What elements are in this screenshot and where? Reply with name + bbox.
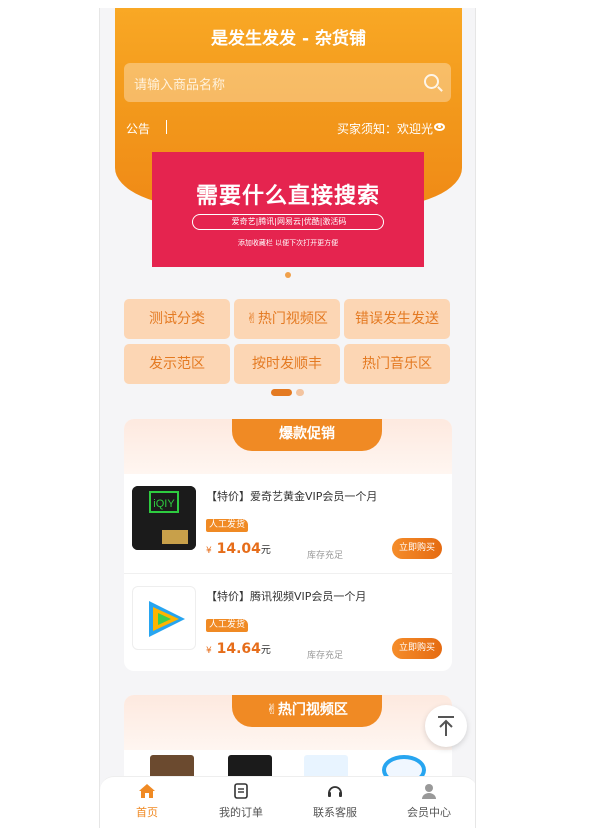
buyer-notice[interactable]: 买家须知：欢迎光 — [337, 120, 433, 137]
tencent-video-logo-icon — [149, 601, 185, 637]
svg-text:iQIY: iQIY — [153, 498, 175, 510]
arrow-up-icon — [438, 716, 454, 736]
notice-label[interactable]: 公告 — [126, 120, 150, 137]
stock-status: 库存充足 — [307, 651, 344, 661]
search-input[interactable]: 请输入商品名称 — [124, 63, 451, 102]
headset-icon — [328, 786, 342, 797]
tab-label: 会员中心 — [407, 806, 451, 819]
tab-home[interactable]: 首页 — [100, 777, 194, 828]
category-item[interactable]: 测试分类 — [124, 299, 230, 339]
tab-label: 我的订单 — [219, 806, 263, 819]
video-section-title: ✌热门视频区 — [232, 695, 382, 727]
category-item[interactable]: 发示范区 — [124, 344, 230, 384]
category-item[interactable]: 错误发生发送 — [344, 299, 450, 339]
search-placeholder: 请输入商品名称 — [134, 78, 226, 93]
promo-banner[interactable]: 需要什么直接搜索 爱奇艺|腾讯|网易云|优酷|激活码 添加收藏栏 以便下次打开更… — [152, 152, 424, 267]
buy-now-button[interactable]: 立即购买 — [392, 538, 442, 559]
product-thumbnail-tencent — [132, 586, 196, 650]
banner-note: 添加收藏栏 以便下次打开更方便 — [237, 239, 339, 247]
buy-now-button[interactable]: 立即购买 — [392, 638, 442, 659]
stock-status: 库存充足 — [307, 551, 344, 561]
bottom-tab-bar: 首页 我的订单 联系客服 会员中心 — [100, 776, 475, 828]
product-thumbnail-iqiyi: iQIY — [132, 486, 196, 550]
banner-indicator-dot[interactable] — [285, 272, 291, 278]
product-name: 【特价】腾讯视频VIP会员一个月 — [206, 590, 367, 603]
delivery-tag: 人工发货 — [206, 619, 249, 632]
product-name: 【特价】爱奇艺黄金VIP会员一个月 — [206, 490, 378, 503]
user-icon — [422, 784, 436, 799]
tab-orders[interactable]: 我的订单 — [194, 777, 288, 828]
tab-support[interactable]: 联系客服 — [288, 777, 382, 828]
banner-search-box: 爱奇艺|腾讯|网易云|优酷|激活码 — [192, 214, 384, 230]
category-page-indicator[interactable] — [296, 389, 304, 396]
category-page-indicator-active[interactable] — [271, 389, 292, 396]
search-icon[interactable] — [424, 74, 439, 89]
promo-title: 爆款促销 — [232, 419, 382, 451]
app-frame: 是发生发发 - 杂货铺 请输入商品名称 公告 买家须知：欢迎光 需要什么直接搜索… — [99, 8, 476, 828]
product-item[interactable]: 【特价】腾讯视频VIP会员一个月 人工发货 ¥ 14.64元 库存充足 立即购买 — [124, 574, 452, 671]
delivery-tag: 人工发货 — [206, 519, 249, 532]
iqiyi-logo-icon: iQIY — [132, 486, 196, 550]
banner-subtitle: 爱奇艺|腾讯|网易云|优酷|激活码 — [231, 217, 347, 226]
tab-label: 首页 — [136, 806, 158, 819]
home-icon — [139, 784, 155, 798]
promo-card: 爆款促销 iQIY 【特价】爱奇艺黄金VIP会员一个月 人工发货 ¥ 14.04… — [124, 419, 452, 671]
order-icon — [234, 783, 248, 799]
product-item[interactable]: iQIY 【特价】爱奇艺黄金VIP会员一个月 人工发货 ¥ 14.04元 库存充… — [124, 474, 452, 574]
category-item[interactable]: ✌热门视频区 — [234, 299, 340, 339]
eye-icon[interactable] — [434, 123, 445, 131]
product-price: ¥ 14.64元 — [206, 641, 271, 657]
tab-label: 联系客服 — [313, 806, 357, 819]
product-price: ¥ 14.04元 — [206, 541, 271, 557]
shop-title: 是发生发发 - 杂货铺 — [211, 29, 366, 49]
category-item[interactable]: 热门音乐区 — [344, 344, 450, 384]
banner-title: 需要什么直接搜索 — [195, 184, 380, 209]
tab-member[interactable]: 会员中心 — [382, 777, 475, 828]
back-to-top-button[interactable] — [425, 705, 467, 747]
notice-divider — [166, 120, 167, 134]
category-item[interactable]: 按时发顺丰 — [234, 344, 340, 384]
